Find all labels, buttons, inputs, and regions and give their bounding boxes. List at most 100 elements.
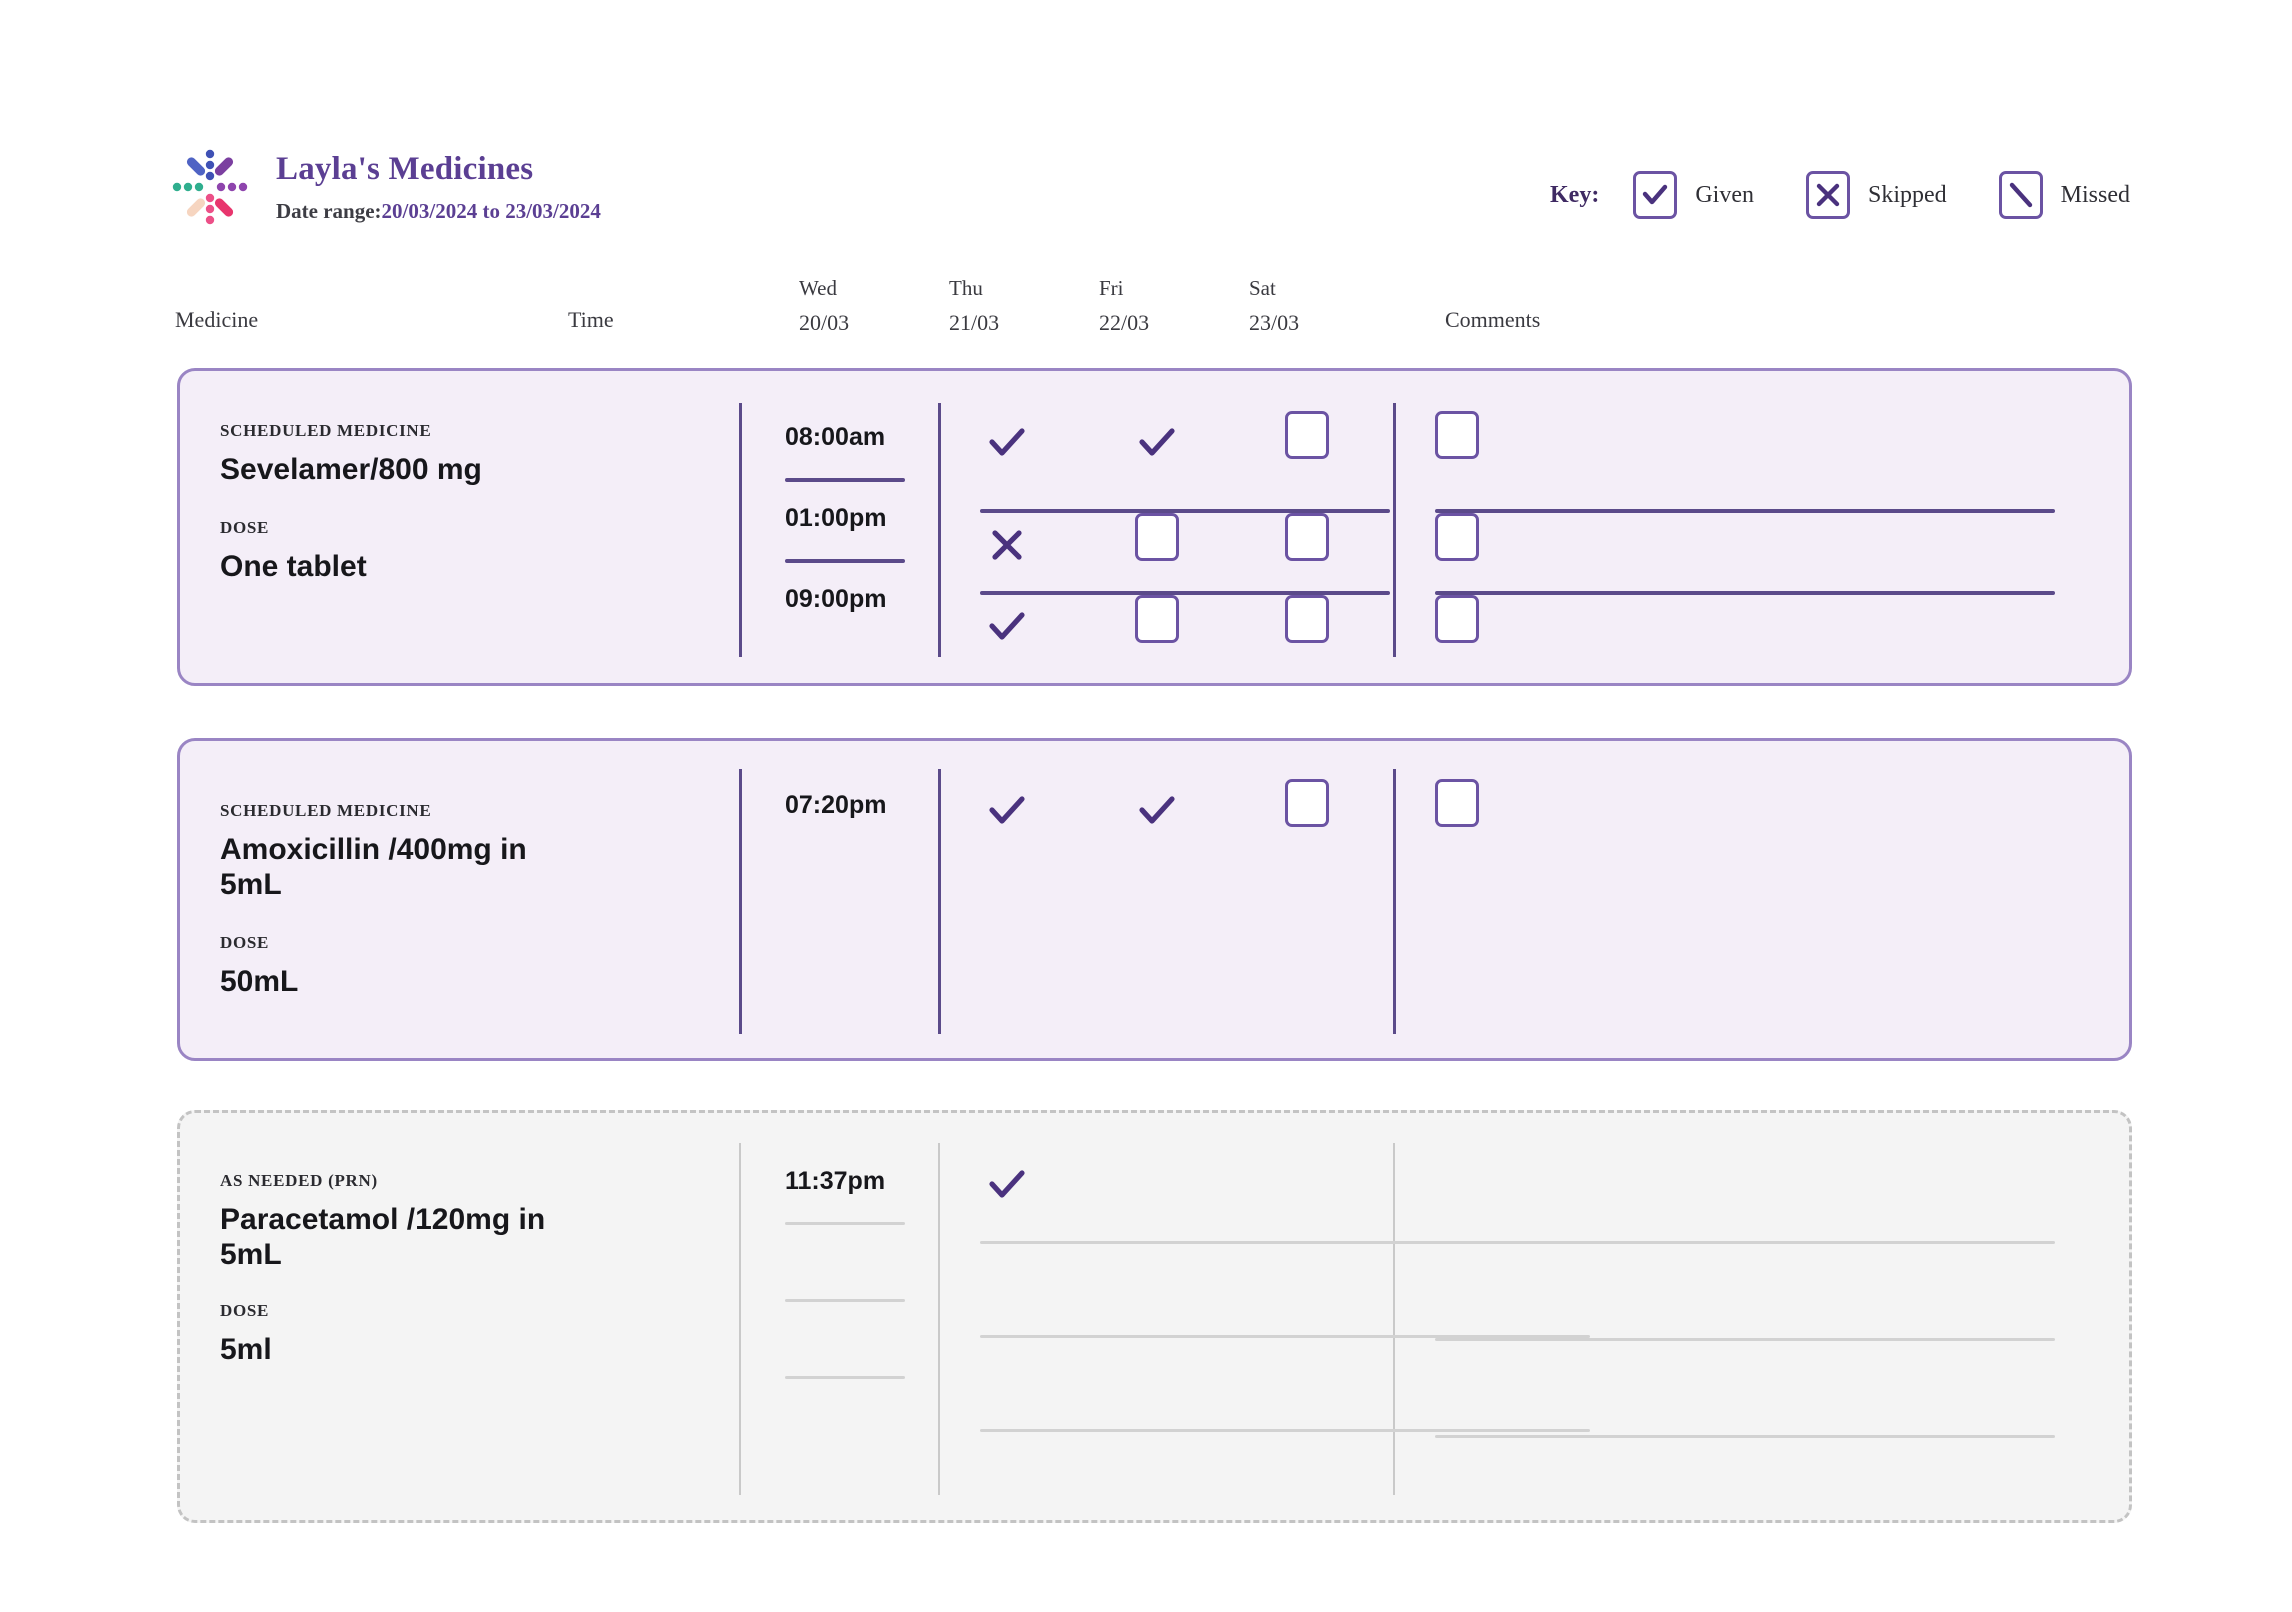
comment-value[interactable]	[1435, 1341, 2055, 1367]
comment-value[interactable]	[1435, 787, 2055, 813]
dose-grid	[985, 411, 1479, 659]
diagonal-icon	[1998, 171, 2043, 219]
medicine-card-paracetamol-prn[interactable]: AS NEEDED (PRN) Paracetamol /120mg in 5m…	[177, 1110, 2132, 1523]
time-value: 08:00am	[785, 423, 886, 451]
legend-label-skipped: Skipped	[1867, 181, 1947, 208]
time-value[interactable]	[785, 1247, 935, 1273]
legend-item-missed: Missed	[1998, 171, 2130, 219]
day-date: 21/03	[949, 310, 1000, 335]
dose-cell-0-1[interactable]	[1135, 787, 1179, 835]
cross-icon	[1805, 171, 1850, 219]
dose-cell-0-1[interactable]	[1135, 419, 1179, 467]
dose-cell-0-0[interactable]	[985, 787, 1029, 835]
time-value: 07:20pm	[785, 791, 887, 819]
time-value: 01:00pm	[785, 504, 887, 532]
comments-column[interactable]	[1435, 1161, 2055, 1461]
medicine-card-amoxicillin[interactable]: SCHEDULED MEDICINE Amoxicillin /400mg in…	[177, 738, 2132, 1061]
column-header-day-0: Wed 20/03	[799, 276, 849, 336]
time-row-divider	[785, 1299, 905, 1302]
dose-cell-2-0[interactable]	[985, 603, 1029, 651]
dose-cell-1-0[interactable]	[985, 521, 1029, 569]
dose-cell-1-2[interactable]	[1285, 513, 1329, 561]
empty-checkbox[interactable]	[1135, 595, 1179, 643]
check-icon	[985, 603, 1029, 651]
column-header-time: Time	[568, 307, 614, 332]
legend-label-missed: Missed	[2060, 181, 2130, 208]
day-date: 20/03	[799, 310, 850, 335]
column-header-day-3: Sat 23/03	[1249, 276, 1299, 336]
dose-kicker: DOSE	[220, 1300, 270, 1320]
comment-value[interactable]	[1435, 419, 2055, 445]
medicine-name: Paracetamol /120mg in 5mL	[220, 1203, 546, 1271]
dose-kicker: DOSE	[220, 517, 270, 537]
column-headers: Medicine Time Wed 20/03 Thu 21/03 Fri 22…	[175, 276, 2135, 335]
title-block: Layla's Medicines Date range:20/03/2024 …	[276, 145, 601, 224]
empty-checkbox[interactable]	[1285, 595, 1329, 643]
check-icon	[1135, 787, 1179, 835]
dose-value: 5ml	[220, 1332, 272, 1366]
time-value: 11:37pm	[785, 1167, 886, 1195]
medicine-kicker: SCHEDULED MEDICINE	[220, 801, 432, 820]
column-header-day-1: Thu 21/03	[949, 276, 999, 336]
divider-medicine-time	[739, 403, 742, 657]
comments-column[interactable]	[1435, 419, 2055, 659]
dose-value: 50mL	[220, 964, 299, 998]
divider-medicine-time	[739, 769, 742, 1034]
time-row-divider	[785, 559, 905, 563]
dose-cell-1-1[interactable]	[1135, 513, 1179, 561]
date-range: Date range:20/03/2024 to 23/03/2024	[276, 199, 601, 224]
dose-grid	[985, 779, 1479, 847]
divider-time-days	[938, 403, 941, 657]
time-value: 09:00pm	[785, 585, 887, 613]
check-icon	[1135, 419, 1179, 467]
dose-cell-0-0[interactable]	[985, 419, 1029, 467]
dose-cell-2-2[interactable]	[1285, 595, 1329, 643]
divider-time-days	[938, 769, 941, 1034]
brand-block: Layla's Medicines Date range:20/03/2024 …	[170, 145, 601, 227]
time-row-divider	[785, 1222, 905, 1225]
dose-cell-0-0[interactable]	[985, 1161, 1029, 1209]
comment-value[interactable]	[1435, 595, 2055, 621]
comment-value[interactable]	[1435, 513, 2055, 539]
date-range-value: 20/03/2024 to 23/03/2024	[381, 198, 601, 223]
dose-cell-0-2[interactable]	[1285, 411, 1329, 459]
day-name: Sat	[1249, 276, 1276, 300]
day-name: Fri	[1099, 276, 1124, 300]
legend-label: Key:	[1550, 181, 1600, 208]
day-name: Thu	[949, 276, 983, 300]
check-icon	[1633, 171, 1678, 219]
empty-checkbox[interactable]	[1285, 411, 1329, 459]
time-row-divider	[785, 1376, 905, 1379]
empty-checkbox[interactable]	[1135, 513, 1179, 561]
check-icon	[985, 419, 1029, 467]
medicine-kicker: AS NEEDED (PRN)	[220, 1171, 378, 1190]
day-date: 23/03	[1249, 310, 1300, 335]
comment-value[interactable]	[1435, 1161, 2055, 1187]
divider-days-comments	[1393, 403, 1396, 657]
check-icon	[985, 787, 1029, 835]
dose-value: One tablet	[220, 549, 367, 583]
dose-cell-0-2[interactable]	[1285, 779, 1329, 827]
column-header-comments: Comments	[1445, 307, 1541, 332]
medicine-info: SCHEDULED MEDICINE Amoxicillin /400mg in…	[220, 801, 550, 999]
medicines-chart-page: Layla's Medicines Date range:20/03/2024 …	[0, 0, 2292, 1612]
medicine-card-sevelamer[interactable]: SCHEDULED MEDICINE Sevelamer/800 mg DOSE…	[177, 368, 2132, 686]
check-icon	[985, 1161, 1029, 1209]
time-value[interactable]	[785, 1324, 935, 1350]
dose-cell-2-1[interactable]	[1135, 595, 1179, 643]
comments-column[interactable]	[1435, 787, 2055, 847]
divider-days-comments	[1393, 769, 1396, 1034]
medicine-info: AS NEEDED (PRN) Paracetamol /120mg in 5m…	[220, 1171, 550, 1367]
comment-value[interactable]	[1435, 1244, 2055, 1270]
comment-divider	[1435, 1435, 2055, 1438]
medicine-name: Amoxicillin /400mg in 5mL	[220, 833, 527, 901]
grid-row-divider	[980, 591, 1390, 595]
legend-label-given: Given	[1695, 181, 1754, 208]
medicine-name: Sevelamer/800 mg	[220, 453, 482, 486]
date-range-label: Date range:	[276, 198, 382, 223]
divider-time-days	[938, 1143, 940, 1495]
day-name: Wed	[799, 276, 837, 300]
dose-kicker: DOSE	[220, 932, 270, 952]
empty-checkbox[interactable]	[1285, 513, 1329, 561]
empty-checkbox[interactable]	[1285, 779, 1329, 827]
